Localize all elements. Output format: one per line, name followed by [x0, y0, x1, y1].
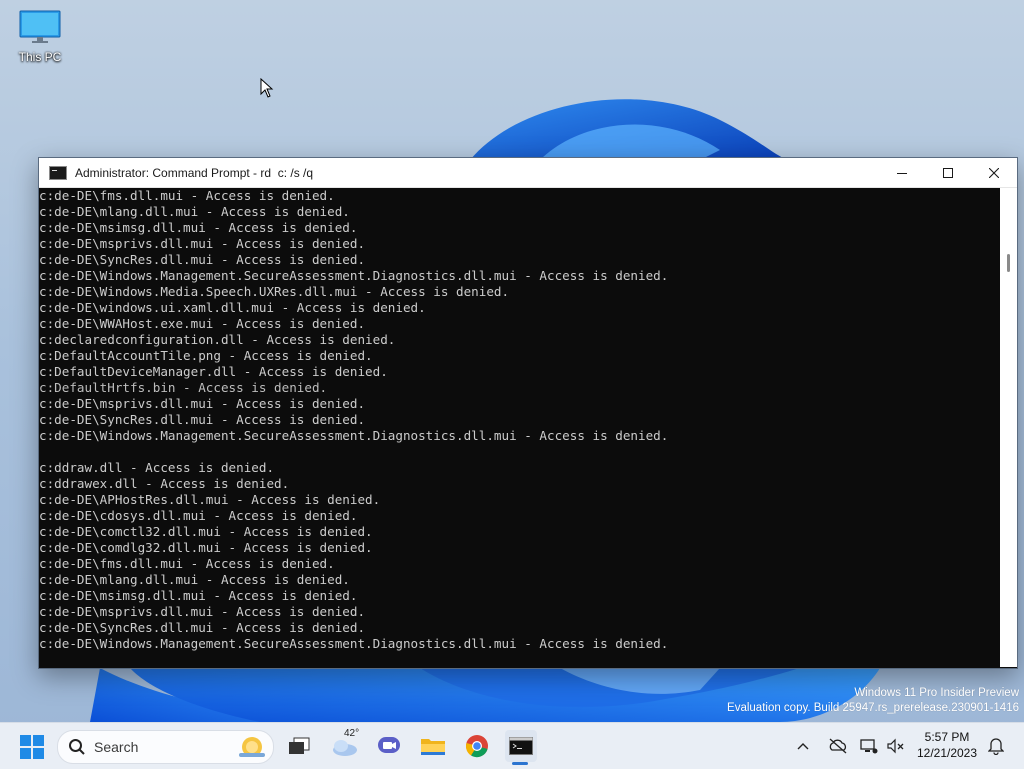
console-line: c:DefaultDeviceManager.dll - Access is d… — [39, 364, 388, 379]
scrollbar-thumb[interactable] — [1007, 254, 1010, 272]
search-icon — [69, 739, 85, 755]
clock-date: 12/21/2023 — [916, 746, 978, 760]
console-line: c:de-DE\msimsg.dll.mui - Access is denie… — [39, 588, 358, 603]
taskbar-search-box[interactable]: Search — [57, 730, 274, 764]
start-button[interactable] — [20, 735, 44, 759]
close-button[interactable] — [971, 158, 1017, 187]
console-line: c:de-DE\SyncRes.dll.mui - Access is deni… — [39, 412, 366, 427]
console-line: c:de-DE\SyncRes.dll.mui - Access is deni… — [39, 252, 366, 267]
task-view-icon — [289, 737, 310, 754]
console-line: c:de-DE\windows.ui.xaml.dll.mui - Access… — [39, 300, 426, 315]
taskbar-clock[interactable]: 5:57 PM 12/21/2023 — [912, 729, 982, 761]
meet-app-button[interactable] — [374, 731, 404, 761]
watermark-build: Evaluation copy. Build 25947.rs_prerelea… — [727, 702, 1019, 714]
console-line: c:de-DE\Windows.Management.SecureAssessm… — [39, 636, 669, 651]
command-prompt-icon — [509, 737, 533, 755]
clock-time: 5:57 PM — [924, 730, 970, 744]
weather-temperature: 42° — [344, 728, 360, 739]
maximize-button[interactable] — [925, 158, 971, 187]
volume-muted-icon — [887, 738, 904, 754]
close-icon — [989, 167, 999, 178]
console-line: c:ddrawex.dll - Access is denied. — [39, 476, 290, 491]
chrome-icon — [465, 735, 488, 758]
chrome-button[interactable] — [462, 731, 492, 761]
console-line: c:de-DE\msprivs.dll.mui - Access is deni… — [39, 236, 366, 251]
minimize-icon — [897, 172, 907, 174]
search-highlight-icon — [239, 737, 265, 757]
console-line: c:ddraw.dll - Access is denied. — [39, 460, 275, 475]
console-line: c:de-DE\cdosys.dll.mui - Access is denie… — [39, 508, 358, 523]
monitor-icon — [19, 10, 61, 43]
search-placeholder: Search — [94, 739, 139, 755]
taskbar: Search 42° 5:57 PM 12/21/2023 — [0, 722, 1024, 769]
console-line: c:de-DE\mlang.dll.mui - Access is denied… — [39, 204, 350, 219]
console-line: c:de-DE\Windows.Management.SecureAssessm… — [39, 268, 669, 283]
console-line: c:de-DE\msprivs.dll.mui - Access is deni… — [39, 396, 366, 411]
window-title: Administrator: Command Prompt - rd c: /s… — [75, 165, 314, 180]
console-line: c:de-DE\comctl32.dll.mui - Access is den… — [39, 524, 373, 539]
vertical-scrollbar[interactable] — [1000, 188, 1017, 667]
console-output[interactable]: c:de-DE\fms.dll.mui - Access is denied. c… — [39, 188, 999, 667]
bell-icon — [988, 738, 1004, 755]
console-line: c:DefaultHrtfs.bin - Access is denied. — [39, 380, 328, 395]
console-line: c:de-DE\fms.dll.mui - Access is denied. — [39, 556, 335, 571]
console-line: c:de-DE\Windows.Media.Speech.UXRes.dll.m… — [39, 284, 510, 299]
file-explorer-icon — [421, 739, 445, 755]
console-line: c:de-DE\fms.dll.mui - Access is denied. — [39, 188, 335, 203]
desktop-icon-label: This PC — [18, 50, 62, 64]
active-app-indicator — [512, 762, 528, 765]
file-explorer-button[interactable] — [418, 731, 448, 761]
weather-widget-button[interactable]: 42° — [330, 728, 360, 761]
notifications-button[interactable] — [988, 723, 1004, 769]
onedrive-offline-icon — [829, 738, 847, 754]
network-button[interactable] — [860, 723, 878, 769]
windows-logo-icon — [20, 735, 44, 759]
evaluation-watermark: Windows 11 Pro Insider Preview Evaluatio… — [727, 686, 1019, 716]
maximize-icon — [943, 167, 953, 178]
mouse-cursor-icon — [260, 77, 274, 103]
meet-icon — [378, 737, 400, 753]
show-hidden-icons-button[interactable] — [796, 723, 810, 769]
volume-button[interactable] — [887, 723, 905, 769]
console-line: c:de-DE\APHostRes.dll.mui - Access is de… — [39, 492, 381, 507]
chevron-up-icon — [797, 743, 809, 750]
console-line: c:declaredconfiguration.dll - Access is … — [39, 332, 396, 347]
task-view-button[interactable] — [284, 731, 314, 761]
desktop-icon-this-pc[interactable]: This PC — [10, 10, 70, 64]
command-prompt-icon — [49, 165, 67, 180]
command-prompt-window[interactable]: Administrator: Command Prompt - rd c: /s… — [38, 157, 1018, 669]
console-line: c:DefaultAccountTile.png - Access is den… — [39, 348, 373, 363]
minimize-button[interactable] — [879, 158, 925, 187]
console-line: c:de-DE\mlang.dll.mui - Access is denied… — [39, 572, 350, 587]
watermark-edition: Windows 11 Pro Insider Preview — [854, 687, 1019, 699]
console-line: c:de-DE\WWAHost.exe.mui - Access is deni… — [39, 316, 366, 331]
console-line: c:de-DE\Windows.Management.SecureAssessm… — [39, 428, 669, 443]
onedrive-button[interactable] — [828, 723, 848, 769]
window-titlebar[interactable]: Administrator: Command Prompt - rd c: /s… — [39, 158, 1017, 188]
console-line: c:de-DE\msprivs.dll.mui - Access is deni… — [39, 604, 366, 619]
console-line: c:de-DE\msimsg.dll.mui - Access is denie… — [39, 220, 358, 235]
command-prompt-taskbar-button[interactable] — [505, 730, 537, 762]
console-line: c:de-DE\comdlg32.dll.mui - Access is den… — [39, 540, 373, 555]
console-line: c:de-DE\SyncRes.dll.mui - Access is deni… — [39, 620, 366, 635]
network-icon — [860, 739, 878, 754]
